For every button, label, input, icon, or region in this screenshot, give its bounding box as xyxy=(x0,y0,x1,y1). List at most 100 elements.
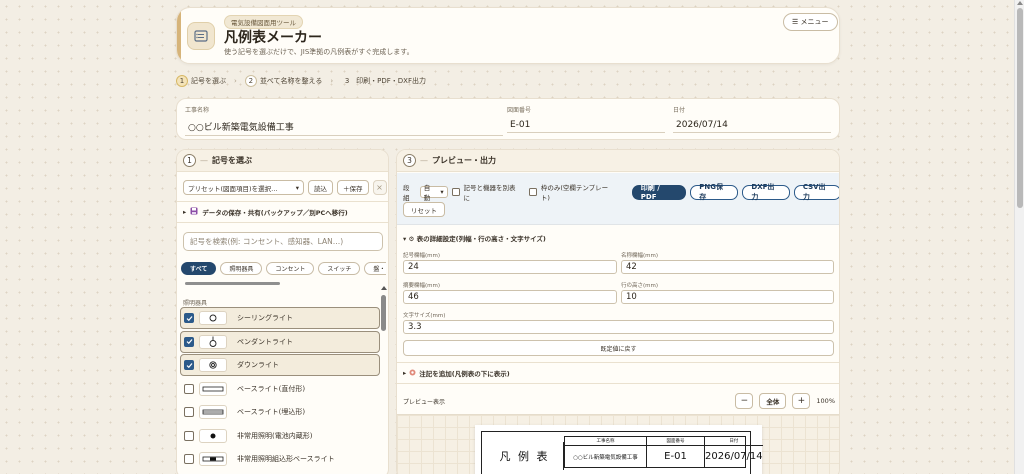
save-preset-button[interactable]: ＋保存 xyxy=(337,180,369,195)
project-name-input[interactable]: ○○ビル新築電気設備工事 xyxy=(185,118,503,136)
step-3[interactable]: 3 印刷・PDF・DXF出力 xyxy=(341,75,426,87)
page-scrollbar[interactable] xyxy=(1014,0,1024,474)
step-separator-icon: › xyxy=(330,77,334,85)
app-logo-icon xyxy=(187,22,215,50)
reset-button[interactable]: リセット xyxy=(403,202,445,217)
symbol-width-input[interactable]: 24 xyxy=(403,260,617,274)
category-panel[interactable]: 盤・キャビネット xyxy=(364,262,386,275)
page-scroll-thumb[interactable] xyxy=(1017,8,1023,208)
columns-select[interactable]: 自動 ▾ xyxy=(419,184,448,202)
category-outlet[interactable]: コンセント xyxy=(266,262,315,275)
category-switch[interactable]: スイッチ xyxy=(318,262,361,275)
print-pdf-button[interactable]: 印刷 / PDF xyxy=(631,184,687,201)
toolbar-row: 段組 自動 ▾ 記号と機器を別表に 枠のみ(空欄テンプレート) 印刷 / PDF … xyxy=(403,182,839,202)
title-block-date-header: 日付 xyxy=(705,437,763,446)
preview-panel-title: プレビュー・出力 xyxy=(432,156,496,165)
png-save-button[interactable]: PNG保存 xyxy=(690,183,739,201)
add-note-toggle[interactable]: ▸ 注記を追加(凡例表の下に表示) xyxy=(397,362,839,384)
zoom-level: 100% xyxy=(816,397,835,405)
symbol-item[interactable]: ペンダントライト xyxy=(180,330,380,353)
base-light-surface-icon xyxy=(199,381,227,396)
scroll-up-icon[interactable] xyxy=(381,286,387,290)
csv-output-button[interactable]: CSV出力 xyxy=(793,183,839,201)
step-1-number: 1 xyxy=(176,75,188,87)
font-size-input[interactable]: 3.3 xyxy=(403,320,834,334)
symbol-name: 非常用照明(電池内蔵形) xyxy=(237,431,313,440)
title-block-date-col: 日付 2026/07/14 xyxy=(704,437,763,467)
symbol-select-panel: 1 — 記号を選ぶ プリセット(図面項目)を選択… ▾ 読込 ＋保存 × ▸ デ… xyxy=(176,149,389,474)
title-block-drawing-value: E-01 xyxy=(664,451,687,462)
chevron-down-icon: ▾ xyxy=(440,188,444,196)
preset-select-value: プリセット(図面項目)を選択… xyxy=(188,184,278,193)
step-2[interactable]: 2 並べて名称を整える xyxy=(244,75,323,87)
menu-button[interactable]: ☰ メニュー xyxy=(783,13,838,31)
delete-preset-button[interactable]: × xyxy=(372,180,387,195)
zoom-out-button[interactable]: − xyxy=(735,393,754,409)
remark-width-input[interactable]: 46 xyxy=(403,290,617,304)
separate-table-label: 記号と機器を別表に xyxy=(463,184,516,202)
name-width-input[interactable]: 42 xyxy=(621,260,834,274)
project-name-label: 工事名称 xyxy=(185,107,210,114)
symbol-search-input[interactable]: 記号を検索(例: コンセント、感知器、LAN…) xyxy=(183,232,383,251)
symbol-item[interactable]: シーリングライト xyxy=(180,307,380,329)
symbol-list-scrollbar[interactable] xyxy=(381,286,387,471)
preview-label: プレビュー表示 xyxy=(403,398,446,406)
preset-select[interactable]: プリセット(図面項目)を選択… ▾ xyxy=(183,180,304,195)
title-block-name-value: ○○ビル新築電気設備工事 xyxy=(573,454,638,461)
font-size-label: 文字サイズ(mm) xyxy=(403,313,446,319)
step-1[interactable]: 1 記号を選ぶ xyxy=(176,75,226,87)
panel-step-number: 1 xyxy=(183,154,196,167)
emergency-light-icon xyxy=(199,428,227,443)
symbol-name: シーリングライト xyxy=(237,314,293,322)
step-indicator: 1 記号を選ぶ › 2 並べて名称を整える › 3 印刷・PDF・DXF出力 xyxy=(176,74,426,88)
data-section-toggle[interactable]: ▸ データの保存・共有(バックアップ／別PCへ移行) xyxy=(177,201,388,223)
symbol-item[interactable]: ベースライト(直付形) xyxy=(180,378,380,400)
symbol-item[interactable]: ベースライト(埋込形) xyxy=(180,401,380,423)
load-button[interactable]: 読込 xyxy=(308,180,333,195)
drawing-number-field: 図面番号 E-01 xyxy=(507,105,665,133)
symbol-name: 非常用照明組込形ベースライト xyxy=(237,455,335,463)
zoom-in-button[interactable]: + xyxy=(792,393,811,409)
preset-row: プリセット(図面項目)を選択… ▾ 読込 ＋保存 × xyxy=(183,180,387,195)
name-width-label: 名称欄幅(mm) xyxy=(621,253,659,259)
checkbox-empty-icon[interactable] xyxy=(184,383,194,394)
dxf-output-button[interactable]: DXF出力 xyxy=(742,183,790,201)
category-scrollbar[interactable] xyxy=(185,282,280,285)
checkbox-checked-icon[interactable] xyxy=(184,360,194,370)
date-field: 日付 2026/07/14 xyxy=(673,105,831,133)
project-name-field: 工事名称 ○○ビル新築電気設備工事 xyxy=(185,105,503,136)
symbol-list-scroll-thumb[interactable] xyxy=(381,295,386,331)
checkbox-empty-icon[interactable] xyxy=(184,454,194,464)
scroll-up-icon[interactable] xyxy=(1017,1,1023,5)
symbol-item[interactable]: 非常用照明組込形ベースライト xyxy=(180,448,380,470)
legend-title: 凡 例 表 xyxy=(486,442,564,470)
separate-table-checkbox[interactable] xyxy=(451,188,460,196)
symbol-list: シーリングライト ペンダントライト ダウンライト ベースライト(直付形) ベース… xyxy=(180,307,380,472)
checkbox-empty-icon[interactable] xyxy=(184,407,194,417)
date-input[interactable]: 2026/07/14 xyxy=(673,118,831,133)
base-light-recessed-icon xyxy=(199,405,227,419)
checkbox-checked-icon[interactable] xyxy=(184,336,194,347)
header-dash: — xyxy=(200,156,208,165)
ceiling-light-icon xyxy=(199,311,227,325)
preview-canvas[interactable]: 凡 例 表 工事名称 ○○ビル新築電気設備工事 図面番号 E-01 日付 202… xyxy=(397,414,839,474)
restore-defaults-button[interactable]: 既定値に戻す xyxy=(403,340,834,356)
symbol-name: ダウンライト xyxy=(237,361,279,369)
table-settings-toggle[interactable]: ▾ ⚙ 表の詳細設定(列幅・行の高さ・文字サイズ) xyxy=(403,233,546,243)
category-all[interactable]: すべて xyxy=(181,262,217,275)
header-accent xyxy=(177,8,181,63)
category-lighting[interactable]: 照明器具 xyxy=(220,262,263,275)
zoom-fit-button[interactable]: 全体 xyxy=(759,393,787,409)
frame-only-checkbox[interactable] xyxy=(528,188,537,196)
app-header: 電気設備図面用ツール 凡例表メーカー 使う記号を選ぶだけで、JIS準拠の凡例表が… xyxy=(176,7,840,64)
row-height-input[interactable]: 10 xyxy=(621,290,834,304)
reset-row: リセット xyxy=(403,202,445,217)
save-data-icon xyxy=(190,207,198,217)
step-2-label: 並べて名称を整える xyxy=(259,77,323,85)
drawing-number-input[interactable]: E-01 xyxy=(507,118,665,133)
checkbox-empty-icon[interactable] xyxy=(184,430,194,441)
remark-width-label: 摘要欄幅(mm) xyxy=(403,283,441,289)
symbol-item[interactable]: ダウンライト xyxy=(180,354,380,376)
symbol-item[interactable]: 非常用照明(電池内蔵形) xyxy=(180,425,380,447)
checkbox-checked-icon[interactable] xyxy=(184,313,194,323)
